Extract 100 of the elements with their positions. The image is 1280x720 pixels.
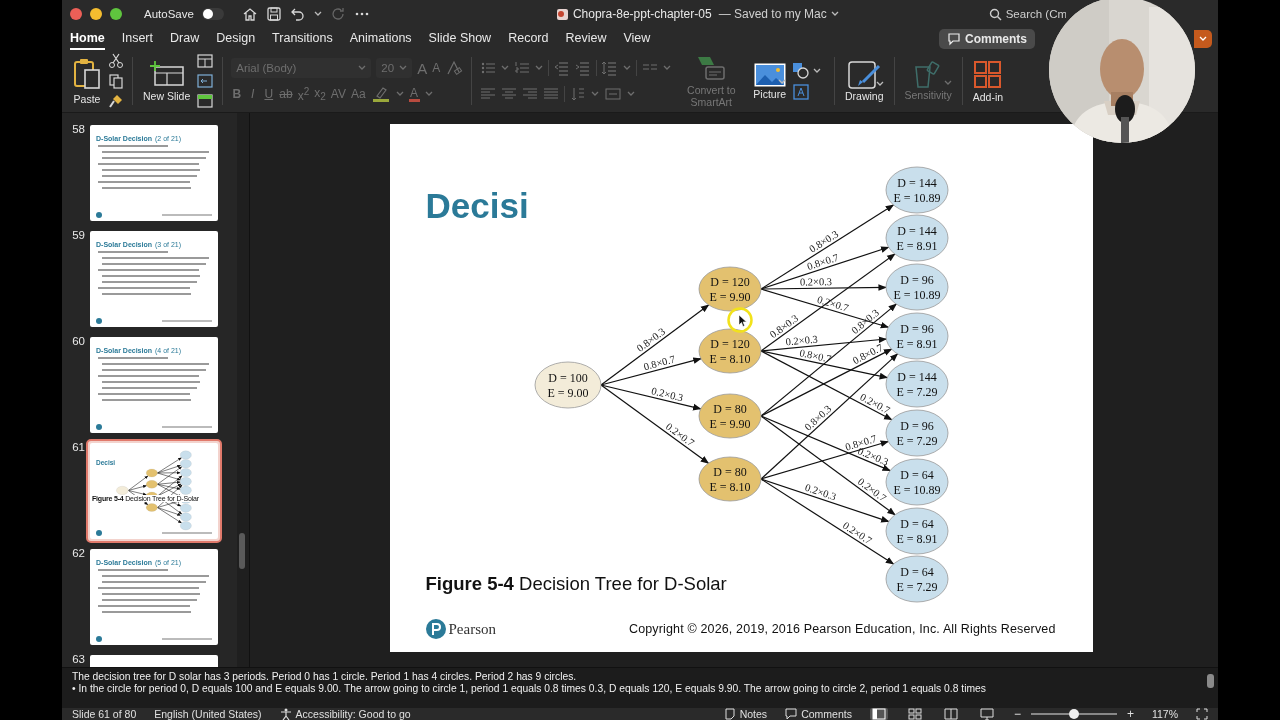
section-icon[interactable] — [196, 93, 215, 109]
decision-node: D = 80 E = 9.90 — [698, 393, 761, 439]
logo-text: Pearson — [448, 620, 496, 638]
smartart-icon — [696, 54, 727, 81]
ribbon-tab[interactable]: Home — [70, 28, 105, 50]
highlighter-icon[interactable] — [370, 85, 391, 103]
home-icon[interactable] — [241, 6, 258, 22]
view-button[interactable] — [869, 708, 888, 720]
slide-number: 59 — [71, 228, 85, 241]
copy-icon[interactable] — [108, 73, 124, 89]
slide-number: 63 — [71, 652, 85, 665]
save-status[interactable]: — Saved to my Mac — [718, 7, 827, 21]
figure-caption: Figure 5-4 Decision Tree for D-Solar — [425, 573, 727, 595]
notes-text: • In the circle for period 0, D equals 100 and E equals 9.00. The arrow going to circle 1, period 1 equals 0.8 times 0.3, D equals 120, E equals 9.90. The arrow going to circle 2, period 1 equals 0.8 times — [72, 683, 987, 695]
view-button[interactable] — [977, 708, 996, 720]
decision-node: D = 96 E = 8.91 — [885, 312, 948, 360]
notes-text: The decision tree for D solar has 3 periods. Period 0 has 1 circle. Period 1 has 4 circles. Period 2 has 9 circles. — [72, 671, 578, 683]
layout-icon[interactable] — [196, 53, 215, 69]
fit-to-window-icon[interactable] — [1196, 708, 1208, 720]
comment-icon — [785, 708, 798, 720]
comments-button[interactable]: Comments — [785, 708, 852, 720]
search-field[interactable]: Search (Cm — [988, 7, 1066, 21]
clipboard-icon — [72, 57, 102, 90]
scrollbar-thumb[interactable] — [1207, 674, 1214, 688]
autosave-toggle[interactable] — [201, 8, 224, 20]
slide-number: 58 — [71, 122, 85, 135]
caret-icon[interactable] — [875, 81, 884, 87]
slide-number: 60 — [71, 334, 85, 347]
language-status[interactable]: English (United States) — [154, 708, 262, 720]
ribbon-button[interactable]: Drawing — [843, 60, 886, 102]
ribbon-button[interactable]: Picture — [751, 62, 788, 100]
zoom-level[interactable]: 117% — [1151, 708, 1178, 720]
clear-formatting-icon[interactable] — [445, 60, 464, 76]
copyright-text: Copyright © 2026, 2019, 2016 Pearson Education, Inc. All Rights Reserved — [629, 622, 1056, 636]
line-spacing-icon[interactable] — [602, 60, 619, 76]
decision-node: D = 64 E = 7.29 — [885, 555, 948, 603]
slide-title: Decisi — [425, 186, 529, 226]
comments-button[interactable]: Comments — [939, 29, 1035, 49]
picture-icon — [753, 62, 786, 88]
slide-number: 61 — [71, 440, 85, 453]
caret-icon[interactable] — [313, 11, 322, 17]
ribbon-tab[interactable]: View — [623, 28, 651, 50]
footer-lines-drawing — [162, 319, 212, 323]
footer-lines-drawing — [162, 425, 212, 429]
ribbon-tab[interactable]: Record — [508, 28, 549, 50]
ribbon-tab[interactable]: Insert — [121, 28, 153, 50]
text-box-icon[interactable] — [792, 82, 810, 101]
zoom-slider-thumb[interactable] — [1068, 709, 1079, 719]
view-icon — [979, 708, 994, 720]
ribbon-tab[interactable]: Transitions — [272, 28, 333, 50]
reset-icon[interactable] — [196, 73, 215, 89]
scrollbar-thumb[interactable] — [239, 533, 245, 569]
decision-node: D = 144 E = 10.89 — [885, 166, 948, 214]
caret-icon[interactable] — [830, 11, 839, 17]
logo-icon — [96, 530, 102, 536]
ribbon-button[interactable]: Paste — [70, 57, 104, 105]
view-button[interactable] — [905, 708, 924, 720]
zoom-in-button[interactable]: + — [1126, 707, 1134, 720]
ribbon-button[interactable]: New Slide — [141, 60, 193, 102]
autosave-label: AutoSave — [144, 8, 194, 20]
zoom-out-button[interactable]: − — [1013, 707, 1021, 720]
ribbon-tab[interactable]: Design — [216, 28, 256, 50]
ribbon-tab[interactable]: Animations — [349, 28, 412, 50]
window-control-icon[interactable] — [70, 8, 82, 20]
caret-icon[interactable] — [813, 67, 821, 74]
slide-counter: Slide 61 of 80 — [72, 708, 137, 720]
paintbrush-icon[interactable] — [108, 93, 124, 109]
accessibility-icon — [279, 708, 292, 720]
ribbon-tab[interactable]: Draw — [170, 28, 200, 50]
view-icon — [871, 708, 886, 720]
decision-node: D = 64 E = 8.91 — [885, 507, 948, 555]
ribbon-tab[interactable]: Slide Show — [428, 28, 492, 50]
window-control-icon[interactable] — [90, 8, 102, 20]
save-icon[interactable] — [265, 6, 282, 22]
document-title: Chopra-8e-ppt-chapter-05 — [572, 7, 712, 21]
ribbon-button[interactable]: Add-in — [970, 59, 1006, 103]
notes-button[interactable]: Notes — [723, 708, 768, 720]
slide-number: 62 — [71, 546, 85, 559]
view-button[interactable] — [941, 708, 960, 720]
view-icon — [943, 708, 958, 720]
branch-label: 0.2×0.7 — [815, 293, 850, 314]
comment-icon — [947, 32, 961, 46]
logo-icon — [96, 424, 102, 430]
drawing-icon — [847, 60, 882, 90]
footer-lines-drawing — [162, 637, 212, 641]
decision-node: D = 80 E = 8.10 — [698, 456, 761, 502]
view-icon — [907, 708, 922, 720]
redo-icon[interactable] — [329, 6, 346, 22]
caret-icon[interactable] — [778, 79, 786, 85]
shapes-icon[interactable] — [792, 61, 810, 80]
accessibility-status[interactable]: Accessibility: Good to go — [295, 708, 411, 720]
undo-icon[interactable] — [289, 6, 306, 22]
ribbon-tab[interactable]: Review — [565, 28, 607, 50]
scissors-icon[interactable] — [108, 53, 124, 69]
footer-lines-drawing — [162, 213, 212, 217]
share-button[interactable] — [1194, 30, 1212, 48]
window-control-icon[interactable] — [110, 8, 122, 20]
logo-icon — [96, 212, 102, 218]
search-icon — [988, 7, 1002, 21]
decision-node: D = 120 E = 8.10 — [698, 328, 761, 374]
